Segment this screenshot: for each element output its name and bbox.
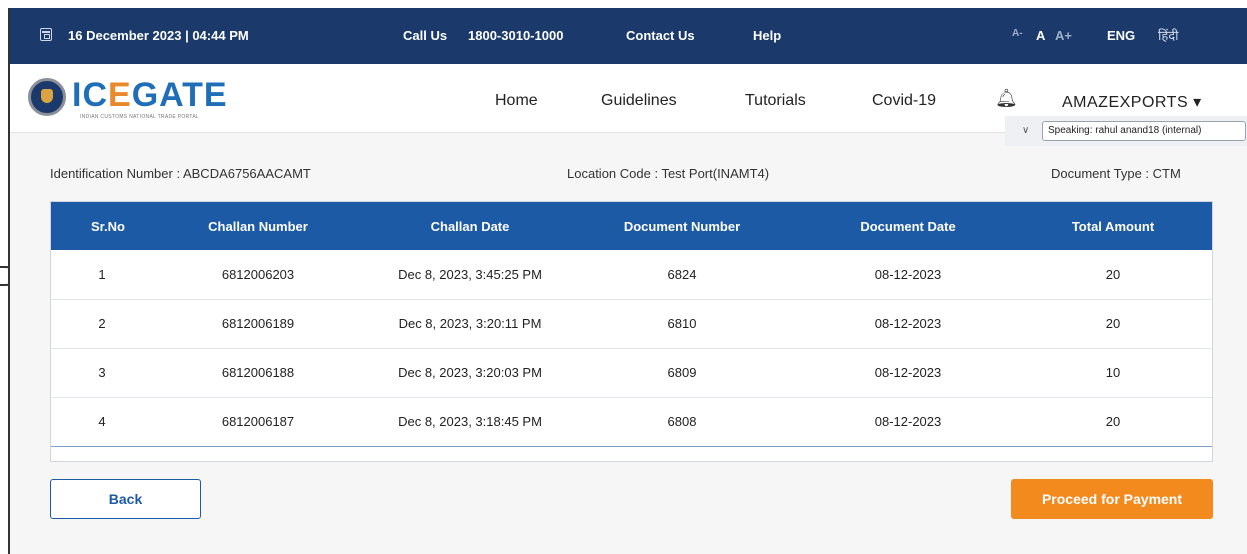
table-row[interactable]: 3 6812006188 Dec 8, 2023, 3:20:03 PM 680… [51,348,1212,398]
header-total-amount: Total Amount [1071,219,1155,234]
user-menu[interactable]: AMAZEXPORTS ▾ [1062,92,1202,112]
cell-total-amount: 10 [1105,365,1121,380]
contact-us-link[interactable]: Contact Us [626,28,695,43]
nav-tutorials[interactable]: Tutorials [745,92,806,110]
document-type: Document Type : CTM [1051,166,1181,181]
cell-document-date: 08-12-2023 [874,365,942,380]
cell-sr-no: 4 [98,414,106,429]
lang-english-button[interactable]: ENG [1107,28,1135,43]
cell-document-date: 08-12-2023 [874,316,942,331]
phone-number[interactable]: 1800-3010-1000 [468,28,563,43]
header-challan-date: Challan Date [430,219,510,234]
cell-total-amount: 20 [1105,414,1121,429]
speaking-indicator: Speaking: rahul anand18 (internal) [1042,121,1246,141]
challan-table: Sr.No Challan Number Challan Date Docume… [50,201,1213,462]
cell-document-number: 6808 [667,414,697,429]
header-document-number: Document Number [623,219,741,234]
cell-challan-date: Dec 8, 2023, 3:45:25 PM [398,267,542,282]
header-sr-no: Sr.No [91,219,125,234]
icegate-logo[interactable]: ICEGATE [72,76,228,115]
header-document-date: Document Date [860,219,956,234]
cell-document-date: 08-12-2023 [874,414,942,429]
cell-challan-date: Dec 8, 2023, 3:20:11 PM [398,316,542,331]
cell-sr-no: 3 [98,365,106,380]
nav-covid-19[interactable]: Covid-19 [872,92,936,110]
logo-subtitle: INDIAN CUSTOMS NATIONAL TRADE PORTAL [80,114,200,120]
cell-challan-date: Dec 8, 2023, 3:20:03 PM [398,365,542,380]
font-decrease-button[interactable]: A- [1012,28,1023,39]
back-button[interactable]: Back [50,479,201,519]
cell-challan-number: 6812006187 [221,414,295,429]
cell-sr-no: 2 [98,316,106,331]
calendar-icon [40,28,52,41]
cell-document-number: 6824 [667,267,697,282]
cell-challan-number: 6812006203 [221,267,295,282]
cell-document-number: 6810 [667,316,697,331]
cell-document-date: 08-12-2023 [874,267,942,282]
font-normal-button[interactable]: A [1036,28,1045,43]
identification-number: Identification Number : ABCDA6756AACAMT [50,166,311,181]
cell-sr-no: 1 [98,267,106,282]
cell-total-amount: 20 [1105,316,1121,331]
location-code: Location Code : Test Port(INAMT4) [567,166,770,181]
call-us-label: Call Us [403,28,448,43]
help-link[interactable]: Help [753,28,781,43]
cell-challan-number: 6812006188 [221,365,295,380]
proceed-for-payment-button[interactable]: Proceed for Payment [1011,479,1213,519]
datetime: 16 December 2023 | 04:44 PM [68,28,249,43]
emblem-logo-icon [28,78,66,116]
table-row[interactable]: 2 6812006189 Dec 8, 2023, 3:20:11 PM 681… [51,299,1212,349]
cell-total-amount: 20 [1105,267,1121,282]
table-scroll-divider [51,446,1212,447]
chevron-down-icon: ▾ [1193,94,1202,111]
lang-hindi-button[interactable]: हिंदी [1158,26,1179,44]
cell-challan-date: Dec 8, 2023, 3:18:45 PM [398,414,542,429]
table-row[interactable]: 1 6812006203 Dec 8, 2023, 3:45:25 PM 682… [51,250,1212,300]
table-header: Sr.No Challan Number Challan Date Docume… [51,202,1212,250]
nav-home[interactable]: Home [495,92,538,110]
chevron-down-icon[interactable]: ∨ [1022,125,1029,136]
font-increase-button[interactable]: A+ [1055,28,1072,43]
cell-challan-number: 6812006189 [221,316,295,331]
top-info-bar: 16 December 2023 | 04:44 PM Call Us 1800… [10,8,1247,64]
header-challan-number: Challan Number [208,219,308,234]
nav-guidelines[interactable]: Guidelines [601,92,677,110]
cell-document-number: 6809 [667,365,697,380]
table-row[interactable]: 4 6812006187 Dec 8, 2023, 3:18:45 PM 680… [51,397,1212,447]
bell-icon[interactable]: 🔔︎ [995,88,1018,109]
app-window: 16 December 2023 | 04:44 PM Call Us 1800… [8,8,1247,554]
